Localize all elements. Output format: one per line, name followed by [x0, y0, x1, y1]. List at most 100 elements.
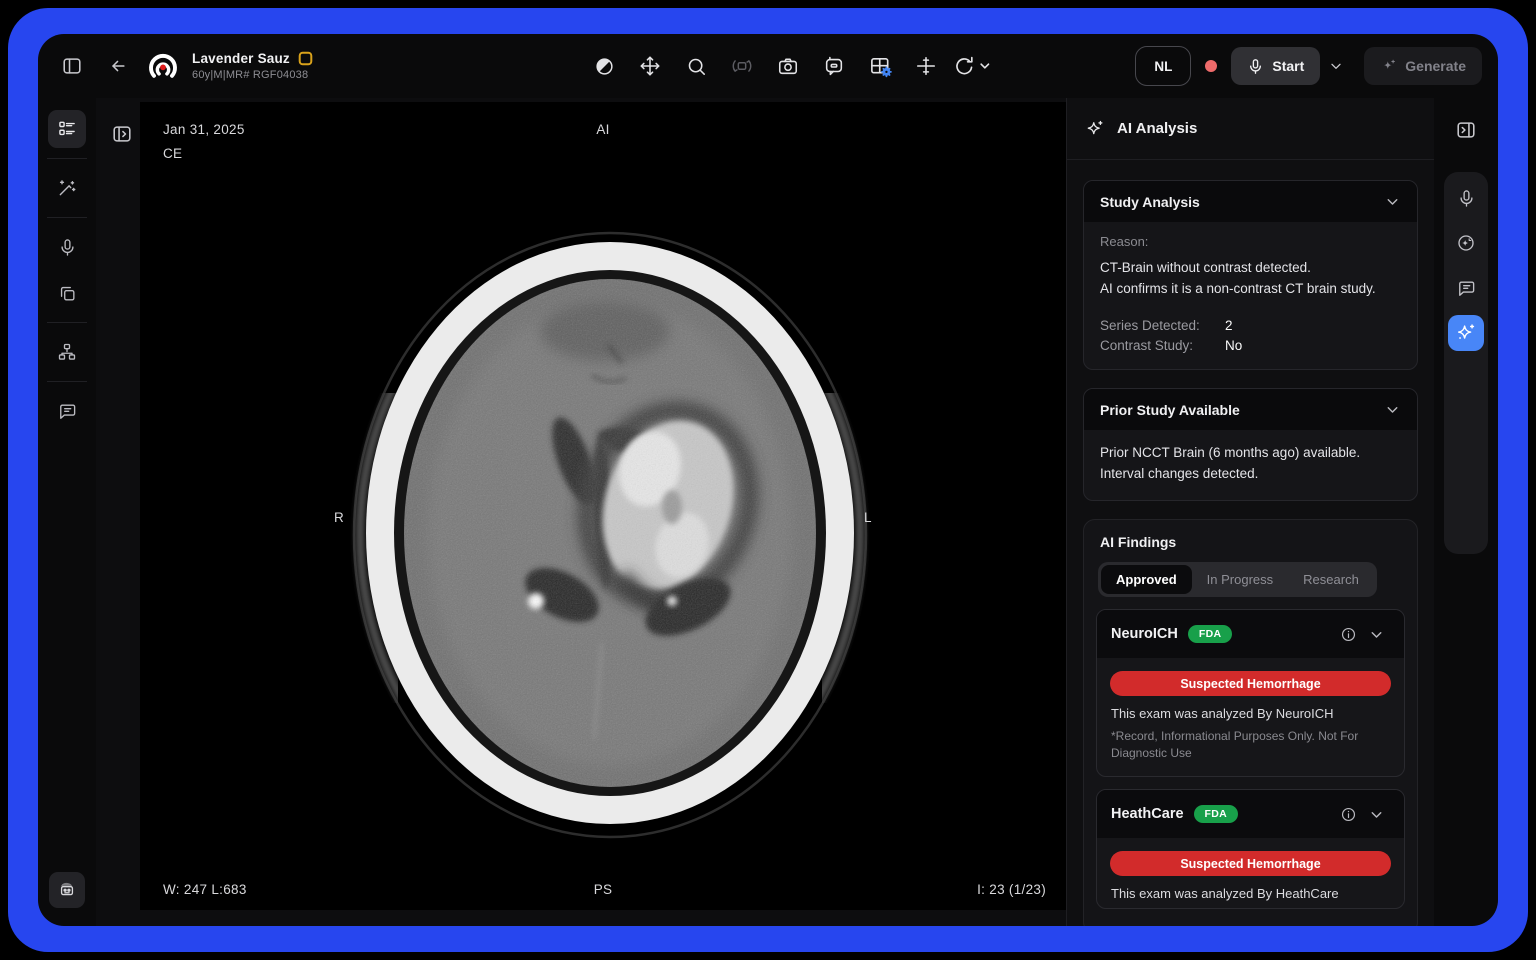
rail-divider [47, 322, 87, 323]
prior-study-body: Prior NCCT Brain (6 months ago) availabl… [1084, 430, 1417, 500]
overlay-ai-label: AI [140, 122, 1066, 137]
overlay-modality: CE [163, 146, 182, 161]
copy-icon [58, 284, 77, 303]
rail-chat-button[interactable] [1448, 270, 1484, 306]
arrow-left-icon [108, 56, 128, 76]
reason-line: AI confirms it is a non-contrast CT brai… [1100, 278, 1401, 299]
ct-image[interactable]: Jan 31, 2025 CE AI R L W: 247 L:683 PS I… [140, 102, 1066, 910]
fda-badge: FDA [1194, 805, 1238, 823]
hemorrhage-alert-banner: Suspected Hemorrhage [1110, 851, 1391, 876]
study-analysis-card: Study Analysis Reason: CT-Brain without … [1083, 180, 1418, 370]
overlay-left-marker: L [864, 510, 872, 525]
layout-settings-tool-button[interactable] [861, 47, 899, 85]
patient-meta: 60y|M|MR# RGF04038 [192, 69, 313, 81]
assistant-robot-button[interactable] [49, 872, 85, 908]
generate-button[interactable]: Generate [1364, 47, 1482, 85]
finding-card-header[interactable]: NeuroICH FDA [1097, 610, 1404, 658]
ai-sparkle-icon [1085, 119, 1105, 139]
collapse-button[interactable] [1362, 800, 1390, 828]
left-rail [38, 98, 96, 926]
finding-card-neuroich: NeuroICH FDA Suspected Hemorrhage This e [1096, 609, 1405, 777]
tab-in-progress[interactable]: In Progress [1192, 565, 1288, 594]
rail-ai-analysis-button[interactable] [1448, 315, 1484, 351]
zoom-tool-button[interactable] [677, 47, 715, 85]
disclaimer-text: *Record, Informational Purposes Only. No… [1111, 728, 1390, 762]
start-button[interactable]: Start [1231, 47, 1320, 85]
series-detected-label: Series Detected: [1100, 318, 1225, 333]
ai-panel-header: AI Analysis [1067, 98, 1434, 160]
overlay-slice-counter: I: 23 (1/23) [977, 882, 1046, 897]
prior-study-line: Prior NCCT Brain (6 months ago) availabl… [1100, 442, 1401, 463]
app-window: Lavender Sauz 60y|M|MR# RGF04038 [38, 34, 1498, 926]
rail-magic-tools-button[interactable] [48, 169, 86, 207]
tab-approved[interactable]: Approved [1101, 565, 1192, 594]
mic-icon [1457, 189, 1476, 208]
rail-dictation-button[interactable] [48, 228, 86, 266]
rail-divider [47, 381, 87, 382]
generate-label: Generate [1405, 58, 1466, 74]
rail-study-list-button[interactable] [48, 110, 86, 148]
patient-name: Lavender Sauz [192, 51, 290, 66]
tab-research[interactable]: Research [1288, 565, 1374, 594]
ai-panel-title: AI Analysis [1117, 120, 1197, 137]
chevron-down-icon [1328, 58, 1344, 74]
rail-comments-button[interactable] [48, 392, 86, 430]
reset-view-tool-button[interactable] [953, 47, 991, 85]
app-body: Jan 31, 2025 CE AI R L W: 247 L:683 PS I… [38, 98, 1498, 926]
crosshair-tool-button[interactable] [907, 47, 945, 85]
vendor-name: NeuroICH [1111, 626, 1178, 642]
study-analysis-header[interactable]: Study Analysis [1084, 181, 1417, 222]
rail-divider [47, 158, 87, 159]
contrast-study-row: Contrast Study: No [1100, 338, 1401, 353]
finding-card-header[interactable]: HeathCare FDA [1097, 790, 1404, 838]
prior-study-header[interactable]: Prior Study Available [1084, 389, 1417, 430]
series-detected-value: 2 [1225, 318, 1233, 333]
open-left-panel-button[interactable] [104, 116, 140, 152]
sparkle-icon [1380, 58, 1397, 75]
collapse-button[interactable] [1362, 620, 1390, 648]
reason-label: Reason: [1100, 234, 1401, 249]
contrast-study-label: Contrast Study: [1100, 338, 1225, 353]
rail-compare-button[interactable] [48, 274, 86, 312]
message-icon [58, 402, 77, 421]
sitemap-icon [57, 342, 77, 362]
vendor-name: HeathCare [1111, 806, 1184, 822]
hemorrhage-alert-banner: Suspected Hemorrhage [1110, 671, 1391, 696]
mic-icon [58, 238, 77, 257]
app-logo-icon [146, 49, 180, 83]
pan-tool-button[interactable] [631, 47, 669, 85]
ai-findings-section: AI Findings Approved In Progress Researc… [1083, 519, 1418, 926]
rail-divider [47, 217, 87, 218]
rail-hierarchy-button[interactable] [48, 333, 86, 371]
panel-expand-icon [111, 123, 133, 145]
info-button[interactable] [1334, 800, 1362, 828]
rail-voice-button[interactable] [1448, 180, 1484, 216]
topbar-left: Lavender Sauz 60y|M|MR# RGF04038 [54, 48, 313, 84]
overlay-ps-label: PS [140, 882, 1066, 897]
list-details-icon [57, 119, 77, 139]
rail-ai-history-button[interactable] [1448, 225, 1484, 261]
patient-info: Lavender Sauz 60y|M|MR# RGF04038 [192, 51, 313, 81]
chevron-down-icon [1384, 193, 1401, 210]
image-viewer: Jan 31, 2025 CE AI R L W: 247 L:683 PS I… [96, 98, 1066, 926]
rotate-3d-tool-button[interactable] [723, 47, 761, 85]
prior-study-title: Prior Study Available [1100, 402, 1240, 418]
start-dropdown-button[interactable] [1322, 47, 1350, 85]
study-square-icon[interactable] [298, 51, 313, 66]
nl-button[interactable]: NL [1135, 46, 1191, 86]
wand-icon [57, 178, 77, 198]
screen: Lavender Sauz 60y|M|MR# RGF04038 [0, 0, 1536, 960]
window-frame: Lavender Sauz 60y|M|MR# RGF04038 [8, 8, 1528, 952]
ai-chat-tool-button[interactable] [815, 47, 853, 85]
contrast-tool-button[interactable] [585, 47, 623, 85]
screenshot-tool-button[interactable] [769, 47, 807, 85]
back-button[interactable] [100, 48, 136, 84]
robot-icon [57, 880, 77, 900]
collapse-right-panel-button[interactable] [1448, 112, 1484, 148]
info-button[interactable] [1334, 620, 1362, 648]
right-rail [1434, 98, 1498, 926]
prior-study-line: Interval changes detected. [1100, 463, 1401, 484]
study-analysis-body: Reason: CT-Brain without contrast detect… [1084, 222, 1417, 369]
sidebar-toggle-button[interactable] [54, 48, 90, 84]
right-rail-group [1444, 172, 1488, 554]
